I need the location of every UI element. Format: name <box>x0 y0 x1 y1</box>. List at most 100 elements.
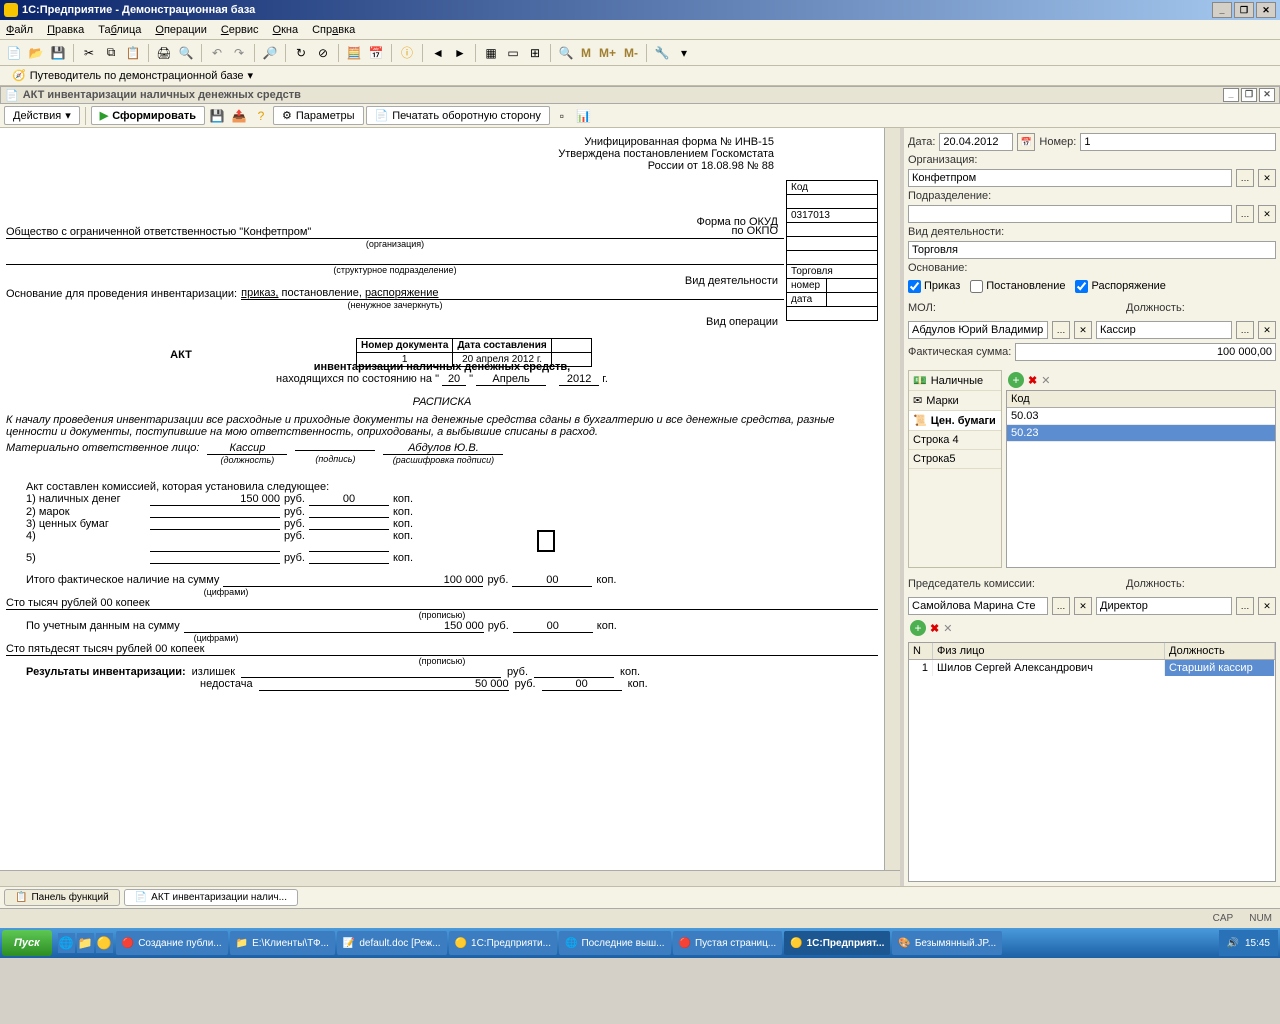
tray[interactable]: 🔊 15:45 <box>1219 930 1278 956</box>
date-input[interactable]: 20.04.2012 <box>939 133 1013 151</box>
ql-icon-3[interactable]: 🟡 <box>96 933 113 953</box>
help-icon[interactable]: ⓘ <box>397 43 417 63</box>
task-0[interactable]: 🔴 Создание публи... <box>116 931 228 955</box>
open-icon[interactable]: 📂 <box>26 43 46 63</box>
extra2-icon[interactable]: 📊 <box>574 106 594 126</box>
commission-table[interactable]: N Физ лицо Должность 1 Шилов Сергей Алек… <box>908 642 1276 882</box>
zoom-icon[interactable]: 🔍 <box>556 43 576 63</box>
org-input[interactable]: Конфетпром <box>908 169 1232 187</box>
start-button[interactable]: Пуск <box>2 930 52 956</box>
menu-operations[interactable]: Операции <box>155 24 206 36</box>
chair-sel-icon[interactable]: … <box>1052 597 1070 615</box>
chair-pos-clr-icon[interactable]: ✕ <box>1258 597 1276 615</box>
cb-post[interactable]: Постановление <box>970 280 1065 293</box>
code-row-0[interactable]: 50.03 <box>1007 408 1275 425</box>
paste-icon[interactable]: 📋 <box>123 43 143 63</box>
split-icon[interactable]: ⊞ <box>525 43 545 63</box>
task-7[interactable]: 🎨 Безымянный.JP... <box>892 931 1002 955</box>
save-doc-icon[interactable]: 💾 <box>207 106 227 126</box>
vscrollbar[interactable] <box>884 128 900 870</box>
tray-icon[interactable]: 🔊 <box>1227 938 1239 949</box>
m-minus-btn[interactable]: M- <box>621 43 641 63</box>
undo-icon[interactable]: ↶ <box>207 43 227 63</box>
date-picker-icon[interactable]: 📅 <box>1017 133 1035 151</box>
mol-input[interactable]: Абдулов Юрий Владимир <box>908 321 1048 339</box>
preview-icon[interactable]: 🔍 <box>176 43 196 63</box>
cut-icon[interactable]: ✂ <box>79 43 99 63</box>
hscrollbar[interactable] <box>0 870 900 886</box>
new-icon[interactable]: 📄 <box>4 43 24 63</box>
print-icon[interactable]: 🖨 <box>154 43 174 63</box>
nav-back-icon[interactable]: ◄ <box>428 43 448 63</box>
num-input[interactable]: 1 <box>1080 133 1276 151</box>
cat-stroka4[interactable]: Строка 4 <box>909 431 1001 450</box>
params-button[interactable]: ⚙ Параметры <box>273 106 364 125</box>
export-icon[interactable]: 📤 <box>229 106 249 126</box>
m-btn[interactable]: M <box>578 43 594 63</box>
task-1[interactable]: 📁 E:\Клиенты\ТФ... <box>230 931 335 955</box>
cb-rasp[interactable]: Распоряжение <box>1075 280 1165 293</box>
doc-scroll[interactable]: Унифицированная форма № ИНВ-15 Утвержден… <box>0 128 884 870</box>
redo-icon[interactable]: ↷ <box>229 43 249 63</box>
menu-file[interactable]: Файл <box>6 24 33 36</box>
menu-edit[interactable]: Правка <box>47 24 84 36</box>
add-row-icon[interactable]: + <box>1008 372 1024 388</box>
save-icon[interactable]: 💾 <box>48 43 68 63</box>
close-member-icon[interactable]: ✕ <box>943 622 952 635</box>
minimize-button[interactable]: _ <box>1212 2 1232 18</box>
activity-input[interactable]: Торговля <box>908 241 1276 259</box>
menu-table[interactable]: Таблица <box>98 24 141 36</box>
grid-icon[interactable]: ▦ <box>481 43 501 63</box>
close-icon[interactable]: ✕ <box>1041 374 1050 387</box>
code-list[interactable]: Код 50.03 50.23 <box>1006 390 1276 568</box>
m-plus-btn[interactable]: M+ <box>596 43 619 63</box>
merge-icon[interactable]: ▭ <box>503 43 523 63</box>
fact-input[interactable]: 100 000,00 <box>1015 343 1276 361</box>
ct-row-1[interactable]: 1 Шилов Сергей Александрович Старший кас… <box>909 660 1275 676</box>
pos-select-icon[interactable]: … <box>1236 321 1254 339</box>
close-button[interactable]: ✕ <box>1256 2 1276 18</box>
cat-marki[interactable]: ✉ Марки <box>909 391 1001 411</box>
calc-icon[interactable]: 🧮 <box>344 43 364 63</box>
pos-input[interactable]: Кассир <box>1096 321 1232 339</box>
subdiv-select-icon[interactable]: … <box>1236 205 1254 223</box>
ql-icon-1[interactable]: 🌐 <box>58 933 75 953</box>
wtab-akt[interactable]: 📄 АКТ инвентаризации налич... <box>124 889 298 906</box>
task-4[interactable]: 🌐 Последние выш... <box>559 931 671 955</box>
task-3[interactable]: 🟡 1С:Предприяти... <box>449 931 557 955</box>
ql-icon-2[interactable]: 📁 <box>77 933 94 953</box>
doc-restore[interactable]: ❐ <box>1241 88 1257 102</box>
chair-pos-input[interactable]: Директор <box>1096 597 1232 615</box>
menu-service[interactable]: Сервис <box>221 24 259 36</box>
wtab-panel[interactable]: 📋 Панель функций <box>4 889 120 906</box>
del-row-icon[interactable]: ✖ <box>1028 374 1037 387</box>
menu-help[interactable]: Справка <box>312 24 355 36</box>
guide-button[interactable]: 🧭 Путеводитель по демонстрационной базе … <box>6 67 259 84</box>
pos-clear-icon[interactable]: ✕ <box>1258 321 1276 339</box>
actions-button[interactable]: Действия ▾ <box>4 106 80 125</box>
nav-fwd-icon[interactable]: ► <box>450 43 470 63</box>
help2-icon[interactable]: ? <box>251 106 271 126</box>
task-5[interactable]: 🔴 Пустая страниц... <box>673 931 783 955</box>
code-row-1[interactable]: 50.23 <box>1007 425 1275 442</box>
print-back-button[interactable]: 📄 Печатать оборотную сторону <box>366 106 550 125</box>
cat-cenbumagi[interactable]: 📜 Цен. бумаги <box>909 411 1001 431</box>
menu-windows[interactable]: Окна <box>273 24 299 36</box>
doc-minimize[interactable]: _ <box>1223 88 1239 102</box>
del-member-icon[interactable]: ✖ <box>930 622 939 635</box>
cb-prikaz[interactable]: Приказ <box>908 280 960 293</box>
chair-clr-icon[interactable]: ✕ <box>1074 597 1092 615</box>
mol-clear-icon[interactable]: ✕ <box>1074 321 1092 339</box>
refresh-icon[interactable]: ↻ <box>291 43 311 63</box>
org-select-icon[interactable]: … <box>1236 169 1254 187</box>
chair-pos-sel-icon[interactable]: … <box>1236 597 1254 615</box>
mol-select-icon[interactable]: … <box>1052 321 1070 339</box>
add-member-icon[interactable]: + <box>910 620 926 636</box>
calendar-icon[interactable]: 📅 <box>366 43 386 63</box>
doc-close[interactable]: ✕ <box>1259 88 1275 102</box>
copy-icon[interactable]: ⧉ <box>101 43 121 63</box>
org-clear-icon[interactable]: ✕ <box>1258 169 1276 187</box>
chair-input[interactable]: Самойлова Марина Сте <box>908 597 1048 615</box>
settings-icon[interactable]: 🔧 <box>652 43 672 63</box>
find-icon[interactable]: 🔎 <box>260 43 280 63</box>
